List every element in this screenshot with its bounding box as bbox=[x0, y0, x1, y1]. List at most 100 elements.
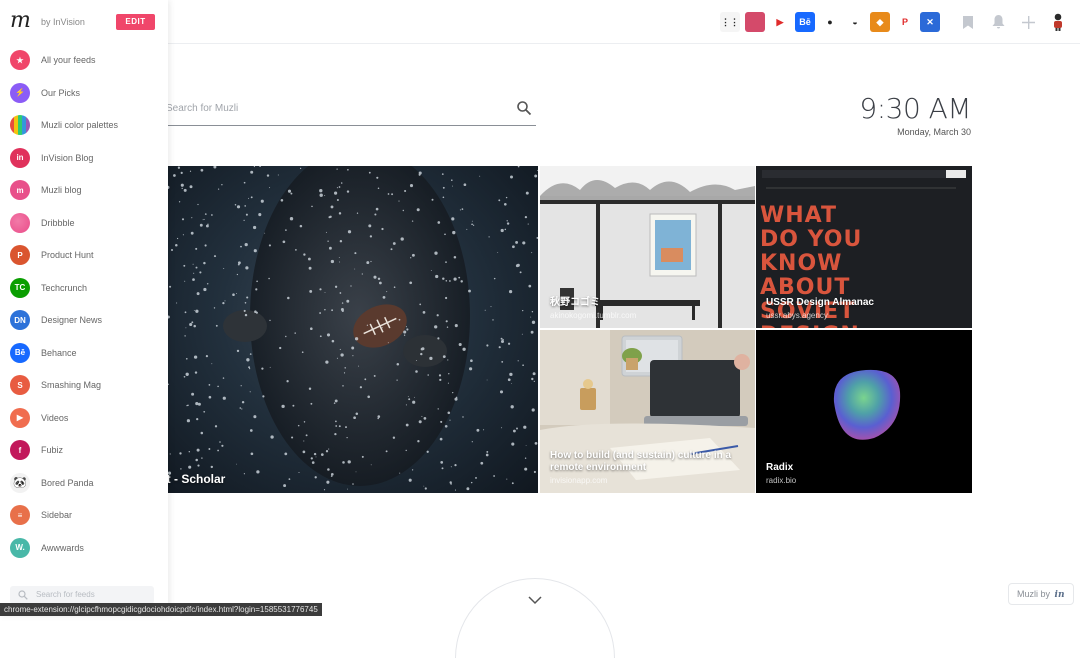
muzli-by-invision-badge[interactable]: Muzli by in bbox=[1008, 583, 1074, 605]
sidebar-item-invision-blog[interactable]: in InVision Blog bbox=[0, 142, 168, 175]
rain-drop bbox=[439, 378, 442, 382]
card-title: at - Scholar bbox=[160, 472, 226, 486]
avatar-icon[interactable]: ◒ bbox=[845, 12, 865, 32]
rain-drop bbox=[470, 359, 473, 363]
card-domain: akinokogomi.tumblr.com bbox=[550, 311, 637, 320]
rain-drop bbox=[485, 453, 489, 457]
rain-drop bbox=[334, 285, 338, 288]
sidebar-item-muzli-blog[interactable]: m Muzli blog bbox=[0, 174, 168, 207]
sidebar-item-awwwards[interactable]: W. Awwwards bbox=[0, 532, 168, 565]
sidebar-item-sidebar[interactable]: ≡ Sidebar bbox=[0, 499, 168, 532]
rain-drop bbox=[236, 293, 238, 294]
card-title: 秋野コゴミ bbox=[550, 297, 600, 308]
extension-icon[interactable]: ◆ bbox=[870, 12, 890, 32]
bell-icon[interactable] bbox=[988, 10, 1008, 34]
bookmark-icon[interactable] bbox=[958, 10, 978, 34]
sidebar-item-label: Dribbble bbox=[41, 217, 75, 228]
rain-drop bbox=[179, 452, 182, 455]
rain-drop bbox=[236, 273, 239, 276]
rain-drop bbox=[284, 452, 288, 456]
clock: 9:30 AM Monday, March 30 bbox=[859, 92, 971, 137]
rain-drop bbox=[504, 228, 507, 231]
rain-drop bbox=[480, 461, 484, 465]
rain-drop bbox=[236, 349, 240, 353]
feed-search-input[interactable]: Search for feeds bbox=[10, 586, 154, 604]
sidebar-item-bored-panda[interactable]: 🐼 Bored Panda bbox=[0, 467, 168, 500]
rain-drop bbox=[184, 335, 186, 337]
rain-drop bbox=[339, 292, 342, 294]
card-title: USSR Design Almanac bbox=[766, 297, 874, 308]
rain-drop bbox=[471, 223, 473, 226]
rain-drop bbox=[507, 378, 511, 382]
sidebar-item-designer-news[interactable]: DN Designer News bbox=[0, 304, 168, 337]
rain-drop bbox=[303, 440, 305, 442]
rain-drop bbox=[476, 428, 480, 432]
rain-drop bbox=[211, 214, 213, 216]
youtube-icon[interactable]: ▶ bbox=[770, 12, 790, 32]
rain-drop bbox=[210, 465, 214, 469]
rain-drop bbox=[374, 213, 377, 216]
rain-drop bbox=[331, 309, 333, 312]
rain-drop bbox=[270, 435, 274, 439]
rain-drop bbox=[290, 192, 293, 195]
user-avatar[interactable] bbox=[1048, 10, 1068, 34]
rain-drop bbox=[208, 448, 211, 450]
rain-drop bbox=[486, 379, 488, 381]
rain-drop bbox=[498, 199, 501, 202]
rain-drop bbox=[266, 174, 270, 177]
rain-drop bbox=[180, 468, 182, 470]
rain-drop bbox=[200, 168, 204, 172]
rain-drop bbox=[236, 463, 237, 465]
sidebar-item-behance[interactable]: Bē Behance bbox=[0, 337, 168, 370]
x-extension-icon[interactable]: ✕ bbox=[920, 12, 940, 32]
rain-drop bbox=[196, 292, 200, 296]
rain-drop bbox=[448, 373, 450, 375]
sidebar-item-videos[interactable]: ▶ Videos bbox=[0, 402, 168, 435]
sidebar-item-techcrunch[interactable]: TC Techcrunch bbox=[0, 272, 168, 305]
plus-icon[interactable] bbox=[1018, 10, 1038, 34]
sidebar-item-product-hunt[interactable]: P Product Hunt bbox=[0, 239, 168, 272]
rain-drop bbox=[258, 213, 262, 217]
sidebar-item-our-picks[interactable]: ⚡ Our Picks bbox=[0, 77, 168, 110]
rain-drop bbox=[305, 434, 308, 437]
rain-drop bbox=[367, 395, 370, 399]
search-input[interactable] bbox=[150, 92, 500, 124]
rain-drop bbox=[326, 480, 330, 484]
sidebar-item-muzli-color-palettes[interactable]: Muzli color palettes bbox=[0, 109, 168, 142]
feed-card-radix[interactable]: Radix radix.bio bbox=[756, 330, 972, 493]
rain-drop bbox=[279, 346, 282, 350]
rain-drop bbox=[524, 457, 527, 459]
rain-drop bbox=[268, 277, 270, 280]
rain-drop bbox=[327, 468, 330, 471]
rain-drop bbox=[260, 199, 264, 203]
github-icon[interactable]: ● bbox=[820, 12, 840, 32]
rain-drop bbox=[213, 255, 217, 258]
rain-drop bbox=[531, 408, 535, 412]
sidebar-item-dribbble[interactable]: Dribbble bbox=[0, 207, 168, 240]
pinterest-icon[interactable]: P bbox=[895, 12, 915, 32]
rain-drop bbox=[515, 240, 519, 244]
sidebar-item-all-your-feeds[interactable]: ★ All your feeds bbox=[0, 44, 168, 77]
sidebar-item-smashing-mag[interactable]: S Smashing Mag bbox=[0, 369, 168, 402]
rain-drop bbox=[224, 300, 226, 302]
dribbble-shot-icon[interactable] bbox=[745, 12, 765, 32]
edit-button[interactable]: EDIT bbox=[116, 14, 155, 30]
rain-drop bbox=[196, 448, 200, 452]
feed-card-remote-culture[interactable]: How to build (and sustain) culture in a … bbox=[540, 330, 755, 493]
sidebar-item-fubiz[interactable]: f Fubiz bbox=[0, 434, 168, 467]
feed-card-japan[interactable]: 秋野コゴミ akinokogomi.tumblr.com bbox=[540, 166, 755, 328]
sidebar-item-label: Techcrunch bbox=[41, 282, 88, 293]
rain-drop bbox=[501, 427, 503, 429]
sidebar-item-label: All your feeds bbox=[41, 55, 96, 66]
rain-drop bbox=[522, 241, 526, 245]
behance-icon[interactable]: Bē bbox=[795, 12, 815, 32]
clock-time: 9:30 AM bbox=[859, 92, 971, 125]
scroll-down-button[interactable] bbox=[455, 578, 615, 658]
rain-drop bbox=[249, 429, 253, 432]
rain-drop bbox=[368, 171, 371, 174]
feed-card-ussr[interactable]: WHAT DO YOU KNOW ABOUT SOVIET DESIGN USS… bbox=[756, 166, 972, 328]
search-icon[interactable] bbox=[516, 100, 532, 116]
apps-grid-icon[interactable]: ⋮⋮ bbox=[720, 12, 740, 32]
muzli-logo[interactable]: m bbox=[10, 10, 31, 32]
feed-card-featured[interactable]: at - Scholar bbox=[150, 166, 538, 493]
